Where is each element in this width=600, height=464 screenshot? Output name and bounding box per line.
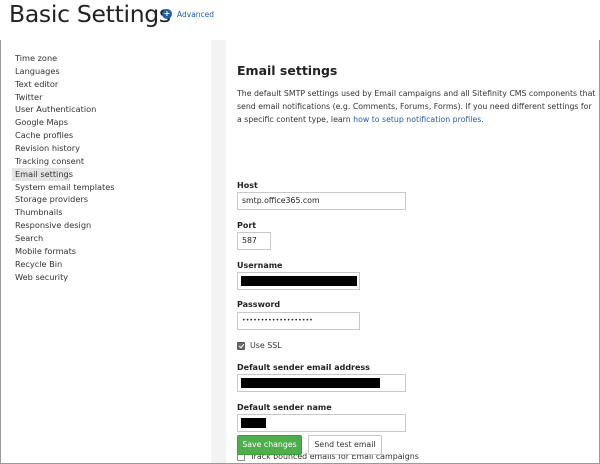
port-label: Port [237,221,257,230]
sidebar-item[interactable]: Storage providers [12,193,208,206]
port-input[interactable]: 587 [237,232,271,250]
sidebar-item[interactable]: Email settings [12,167,73,181]
notification-profiles-link[interactable]: how to setup notification profiles [353,115,481,124]
sidebar-item[interactable]: Text editor [12,78,208,91]
sender-name-label: Default sender name [237,403,332,412]
sidebar-item[interactable]: Tracking consent [12,155,208,168]
sidebar-item[interactable]: User Authentication [12,103,208,116]
advanced-label: Advanced [177,9,215,19]
sidebar-item[interactable]: Web security [12,271,208,284]
sidebar-item[interactable]: Thumbnails [12,206,208,219]
send-test-email-button[interactable]: Send test email [308,435,382,455]
sidebar-item[interactable]: Twitter [12,91,208,104]
host-label: Host [237,181,258,190]
sender-name-redaction [241,418,266,428]
sidebar-item[interactable]: Time zone [12,52,208,65]
sidebar-item[interactable]: Cache profiles [12,129,208,142]
sender-address-input[interactable] [237,374,406,392]
sidebar-item[interactable]: Languages [12,65,208,78]
sender-address-redaction [241,378,380,388]
use-ssl-checkbox[interactable]: Use SSL [237,341,282,350]
sidebar-item[interactable]: Google Maps [12,116,208,129]
section-description: The default SMTP settings used by Email … [237,88,597,127]
page-header: Basic Settings + Advanced [0,0,600,40]
sender-address-label: Default sender email address [237,363,370,372]
sidebar-item[interactable]: Recycle Bin [12,258,208,271]
plus-circle-icon: + [162,9,172,19]
sender-name-input[interactable] [237,414,406,432]
sidebar-item[interactable]: Revision history [12,142,208,155]
save-changes-button[interactable]: Save changes [237,435,302,455]
main-area: Email settings The default SMTP settings… [211,40,599,463]
page-title: Basic Settings [9,0,171,28]
password-label: Password [237,300,281,309]
username-label: Username [237,261,283,270]
sidebar-item[interactable]: Responsive design [12,219,208,232]
email-settings-panel: Email settings The default SMTP settings… [226,40,599,463]
username-redaction [241,276,357,286]
advanced-link[interactable]: + Advanced [162,8,214,20]
sidebar-list: Time zone Languages Text editor Twitter User… [12,52,208,283]
settings-sidebar: Time zone Languages Text editor Twitter User… [1,40,210,463]
host-input[interactable]: smtp.office365.com [237,192,406,210]
section-title: Email settings [237,63,338,78]
sidebar-item[interactable]: Search [12,232,208,245]
ssl-check-box[interactable] [237,341,245,350]
password-input[interactable]: ••••••••••••••••••• [237,312,360,330]
sidebar-item[interactable]: System email templates [12,181,208,194]
username-input[interactable] [237,272,360,290]
description-suffix: . [481,114,484,124]
sidebar-item[interactable]: Mobile formats [12,245,208,258]
ssl-label: Use SSL [250,341,282,350]
